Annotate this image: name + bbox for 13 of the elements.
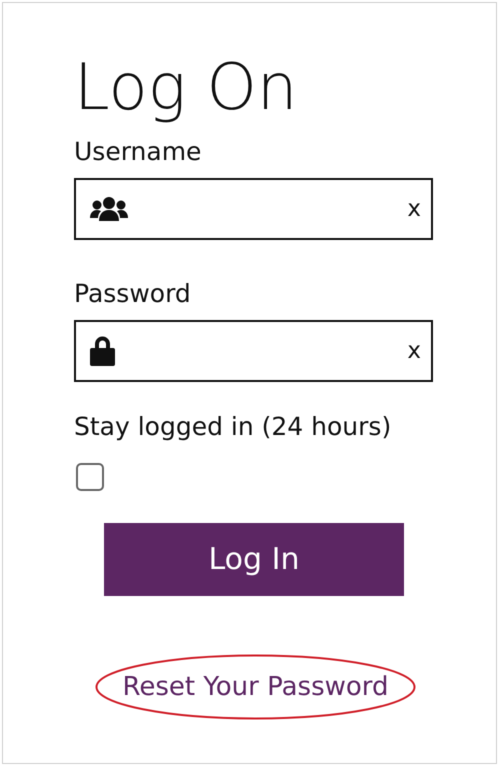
reset-password-link[interactable]: Reset Your Password: [122, 672, 389, 702]
field-label: Password: [74, 278, 191, 310]
clear-button[interactable]: x: [407, 338, 421, 364]
field-label: Username: [74, 136, 202, 168]
clear-button[interactable]: x: [407, 196, 421, 222]
lock-icon: [90, 336, 115, 366]
checkbox[interactable]: [76, 463, 104, 491]
users-icon: [90, 196, 128, 222]
field-label: Stay logged in (24 hours): [74, 411, 392, 443]
password-field[interactable]: x: [74, 320, 433, 382]
page-title: Log On: [74, 50, 298, 126]
log-in-button[interactable]: Log In: [104, 523, 404, 596]
username-field[interactable]: x: [74, 178, 433, 240]
